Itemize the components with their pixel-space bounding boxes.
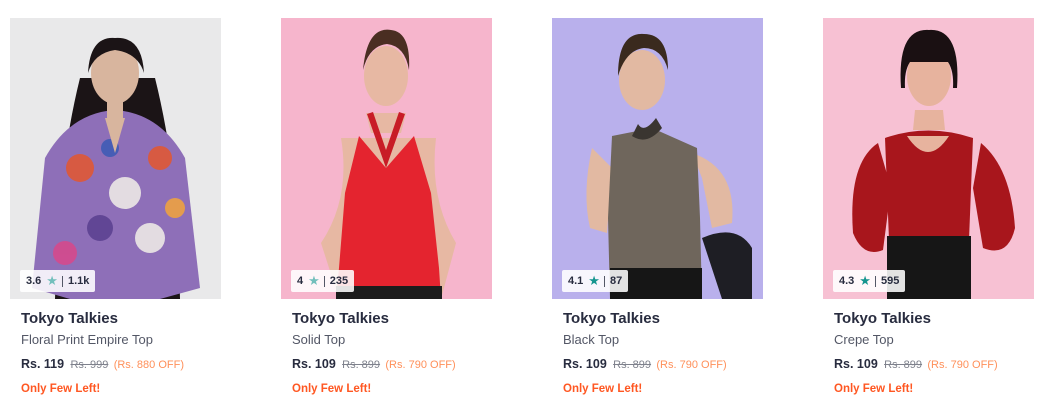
star-icon: ★: [308, 273, 320, 288]
product-card[interactable]: 4.1 ★ 87 Tokyo Talkies Black Top Rs. 109…: [552, 18, 764, 408]
discount-label: (Rs. 790 OFF): [656, 359, 727, 371]
discounted-price: Rs. 109: [563, 357, 607, 371]
rating-divider: [323, 275, 325, 287]
star-icon: ★: [46, 273, 58, 288]
product-card[interactable]: 4.3 ★ 595 Tokyo Talkies Crepe Top Rs. 10…: [823, 18, 1035, 408]
product-price: Rs. 109 Rs. 899 (Rs. 790 OFF): [834, 356, 1035, 373]
product-name[interactable]: Floral Print Empire Top: [21, 332, 222, 348]
product-price: Rs. 109 Rs. 899 (Rs. 790 OFF): [292, 356, 493, 373]
discount-label: (Rs. 880 OFF): [113, 359, 184, 371]
product-brand[interactable]: Tokyo Talkies: [834, 310, 1035, 328]
product-brand[interactable]: Tokyo Talkies: [21, 310, 222, 328]
star-icon: ★: [588, 273, 600, 288]
product-brand[interactable]: Tokyo Talkies: [292, 310, 493, 328]
product-name[interactable]: Solid Top: [292, 332, 493, 348]
rating-count: 87: [609, 275, 623, 287]
discounted-price: Rs. 109: [292, 357, 336, 371]
stock-note: Only Few Left!: [834, 383, 914, 395]
stock-note: Only Few Left!: [21, 383, 101, 395]
rating-divider: [61, 275, 63, 287]
rating-divider: [603, 275, 605, 287]
rating-count: 595: [880, 275, 900, 287]
discount-label: (Rs. 790 OFF): [927, 359, 998, 371]
rating-count: 235: [329, 275, 349, 287]
product-name[interactable]: Black Top: [563, 332, 764, 348]
product-grid: 3.6 ★ 1.1k Tokyo Talkies Floral Print Em…: [0, 0, 1047, 408]
stock-note: Only Few Left!: [292, 383, 372, 395]
product-brand[interactable]: Tokyo Talkies: [563, 310, 764, 328]
original-price: Rs. 899: [342, 359, 381, 371]
product-name[interactable]: Crepe Top: [834, 332, 1035, 348]
rating-badge: 4.3 ★ 595: [833, 270, 906, 292]
stock-note: Only Few Left!: [563, 383, 643, 395]
rating-value: 4.3: [839, 275, 855, 287]
discounted-price: Rs. 119: [21, 357, 65, 371]
rating-value: 4.1: [568, 275, 584, 287]
rating-badge: 4 ★ 235: [291, 270, 355, 292]
product-card[interactable]: 4 ★ 235 Tokyo Talkies Solid Top Rs. 109 …: [281, 18, 493, 408]
rating-value: 3.6: [26, 275, 42, 287]
rating-value: 4: [297, 275, 304, 287]
product-card[interactable]: 3.6 ★ 1.1k Tokyo Talkies Floral Print Em…: [10, 18, 222, 408]
rating-badge: 3.6 ★ 1.1k: [20, 270, 96, 292]
product-image[interactable]: 3.6 ★ 1.1k: [10, 18, 221, 299]
product-image[interactable]: 4.3 ★ 595: [823, 18, 1034, 299]
original-price: Rs. 899: [884, 359, 923, 371]
original-price: Rs. 999: [70, 359, 109, 371]
discounted-price: Rs. 109: [834, 357, 878, 371]
rating-badge: 4.1 ★ 87: [562, 270, 629, 292]
discount-label: (Rs. 790 OFF): [385, 359, 456, 371]
product-price: Rs. 119 Rs. 999 (Rs. 880 OFF): [21, 356, 222, 373]
original-price: Rs. 899: [613, 359, 652, 371]
product-price: Rs. 109 Rs. 899 (Rs. 790 OFF): [563, 356, 764, 373]
product-image[interactable]: 4 ★ 235: [281, 18, 492, 299]
rating-count: 1.1k: [67, 275, 90, 287]
product-image[interactable]: 4.1 ★ 87: [552, 18, 763, 299]
star-icon: ★: [859, 273, 871, 288]
rating-divider: [874, 275, 876, 287]
